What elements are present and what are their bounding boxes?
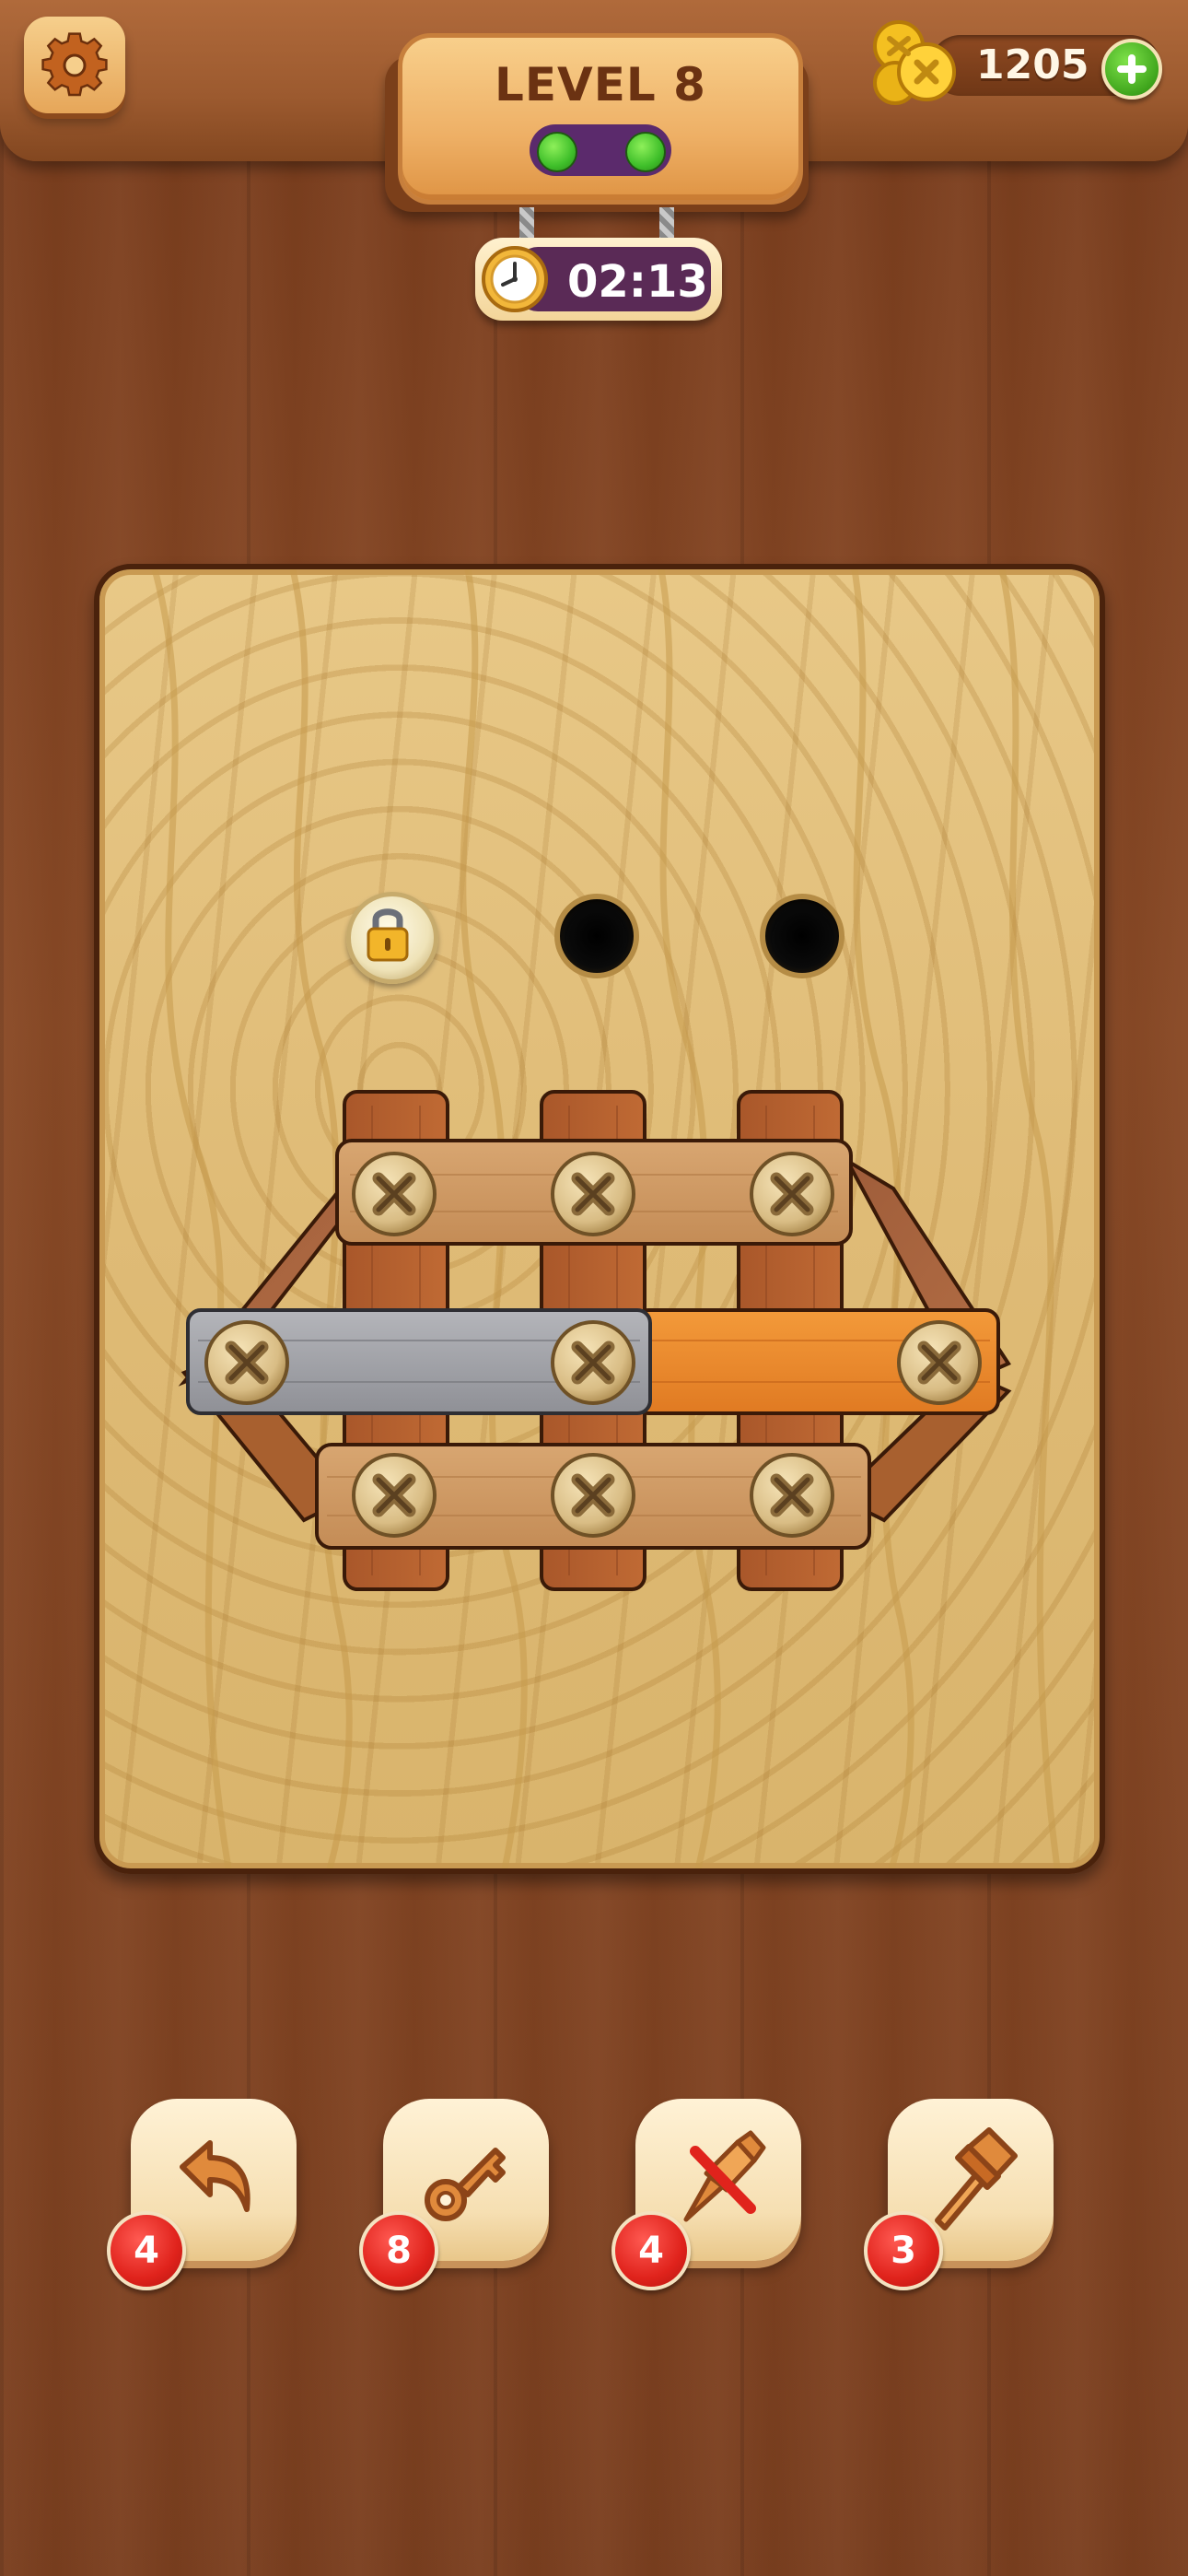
screw[interactable] (751, 1455, 833, 1536)
drill-count-badge: 4 (611, 2211, 691, 2290)
screw[interactable] (206, 1322, 287, 1403)
screw[interactable] (751, 1153, 833, 1235)
screw[interactable] (553, 1153, 634, 1235)
screw[interactable] (553, 1455, 634, 1536)
key-icon (425, 2148, 506, 2221)
key-count-badge: 8 (359, 2211, 438, 2290)
undo-arrow-icon (180, 2140, 250, 2212)
hammer-count-badge: 3 (864, 2211, 943, 2290)
screw[interactable] (899, 1322, 980, 1403)
screw[interactable] (354, 1153, 435, 1235)
screw[interactable] (354, 1455, 435, 1536)
undo-count-badge: 4 (107, 2211, 186, 2290)
hammer-icon (935, 2127, 1018, 2231)
screw[interactable] (553, 1322, 634, 1403)
